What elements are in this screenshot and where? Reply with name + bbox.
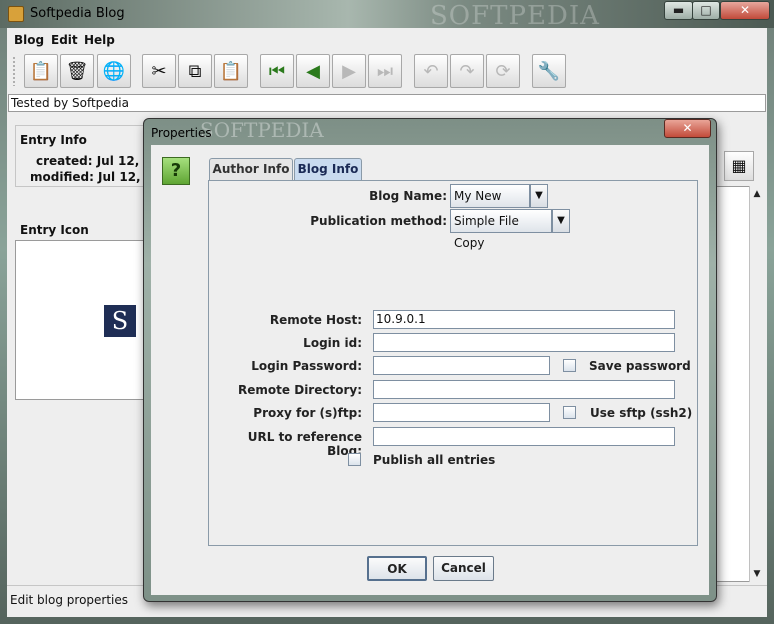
blog-name-label: Blog Name: — [369, 189, 447, 203]
proxy-label: Proxy for (s)ftp: — [253, 406, 362, 420]
menu-bar — [7, 30, 767, 52]
remote-directory-label: Remote Directory: — [238, 383, 362, 397]
publication-method-label: Publication method: — [310, 214, 447, 228]
status-bar-text: Edit blog properties — [10, 593, 129, 607]
next-icon[interactable]: ▶ — [332, 54, 366, 88]
blog-name-combo[interactable]: My New Blog — [450, 184, 530, 225]
redo-icon[interactable]: ↷ — [450, 54, 484, 88]
tested-by-field[interactable]: Tested by Softpedia — [8, 94, 766, 112]
softpedia-watermark: SOFTPEDIA — [430, 1, 600, 31]
publication-method-combo[interactable]: Simple File Copy — [450, 209, 552, 250]
publish-all-checkbox[interactable] — [348, 453, 361, 466]
refresh-icon[interactable]: ⟳ — [486, 54, 520, 88]
publish-icon[interactable]: 🌐 — [97, 54, 131, 88]
login-id-field[interactable] — [373, 333, 675, 352]
table-view-icon[interactable]: ▦ — [724, 151, 754, 181]
remote-host-label: Remote Host: — [269, 313, 362, 327]
chevron-down-icon[interactable]: ▼ — [530, 184, 548, 208]
paste-icon[interactable]: 📋 — [214, 54, 248, 88]
chevron-down-icon[interactable]: ▼ — [552, 209, 570, 233]
delete-icon[interactable]: 🗑 — [60, 54, 94, 88]
menu-edit[interactable]: Edit — [51, 33, 78, 47]
new-entry-icon[interactable]: 📋 — [24, 54, 58, 88]
publish-all-label[interactable]: Publish all entries — [373, 453, 495, 467]
ok-button[interactable]: OK — [367, 556, 427, 581]
help-icon[interactable]: ? — [162, 157, 190, 185]
scroll-down-icon[interactable]: ▼ — [749, 567, 765, 581]
url-reference-label: URL to reference Blog: — [247, 430, 362, 458]
entry-info-heading: Entry Info — [20, 133, 87, 147]
window-title: Softpedia Blog — [30, 6, 125, 21]
scroll-up-icon[interactable]: ▲ — [749, 187, 765, 201]
cancel-button[interactable]: Cancel — [433, 556, 494, 581]
dialog-watermark: SOFTPEDIA — [200, 118, 324, 142]
last-icon[interactable]: ⏭ — [368, 54, 402, 88]
previous-icon[interactable]: ◀ — [296, 54, 330, 88]
login-password-label: Login Password: — [251, 359, 362, 373]
settings-icon[interactable]: 🔧 — [532, 54, 566, 88]
url-reference-field[interactable] — [373, 427, 675, 446]
save-password-checkbox[interactable] — [563, 359, 576, 372]
remote-directory-field[interactable] — [373, 380, 675, 399]
vertical-scrollbar[interactable] — [749, 186, 765, 582]
close-button[interactable]: ✕ — [720, 1, 770, 20]
cut-icon[interactable]: ✂ — [142, 54, 176, 88]
tab-blog-info[interactable]: Blog Info — [294, 158, 362, 180]
copy-icon[interactable]: ⧉ — [178, 54, 212, 88]
menu-blog[interactable]: Blog — [14, 33, 44, 47]
login-id-label: Login id: — [303, 336, 362, 350]
first-icon[interactable]: ⏮ — [260, 54, 294, 88]
undo-icon[interactable]: ↶ — [414, 54, 448, 88]
dialog-title: Properties — [151, 126, 212, 140]
maximize-button[interactable]: □ — [692, 1, 720, 20]
entry-icon-heading: Entry Icon — [20, 223, 89, 237]
proxy-field[interactable] — [373, 403, 550, 422]
softpedia-logo-icon: S — [104, 305, 136, 337]
tab-author-info[interactable]: Author Info — [209, 158, 293, 180]
save-password-label[interactable]: Save password — [589, 359, 691, 373]
login-password-field[interactable] — [373, 356, 550, 375]
toolbar-grip[interactable] — [12, 56, 16, 86]
dialog-close-button[interactable]: ✕ — [664, 119, 711, 138]
menu-help[interactable]: Help — [84, 33, 115, 47]
remote-host-field[interactable]: 10.9.0.1 — [373, 310, 675, 329]
app-icon — [8, 6, 24, 22]
use-sftp-label[interactable]: Use sftp (ssh2) — [590, 406, 692, 420]
use-sftp-checkbox[interactable] — [563, 406, 576, 419]
minimize-button[interactable]: ▬ — [664, 1, 693, 20]
